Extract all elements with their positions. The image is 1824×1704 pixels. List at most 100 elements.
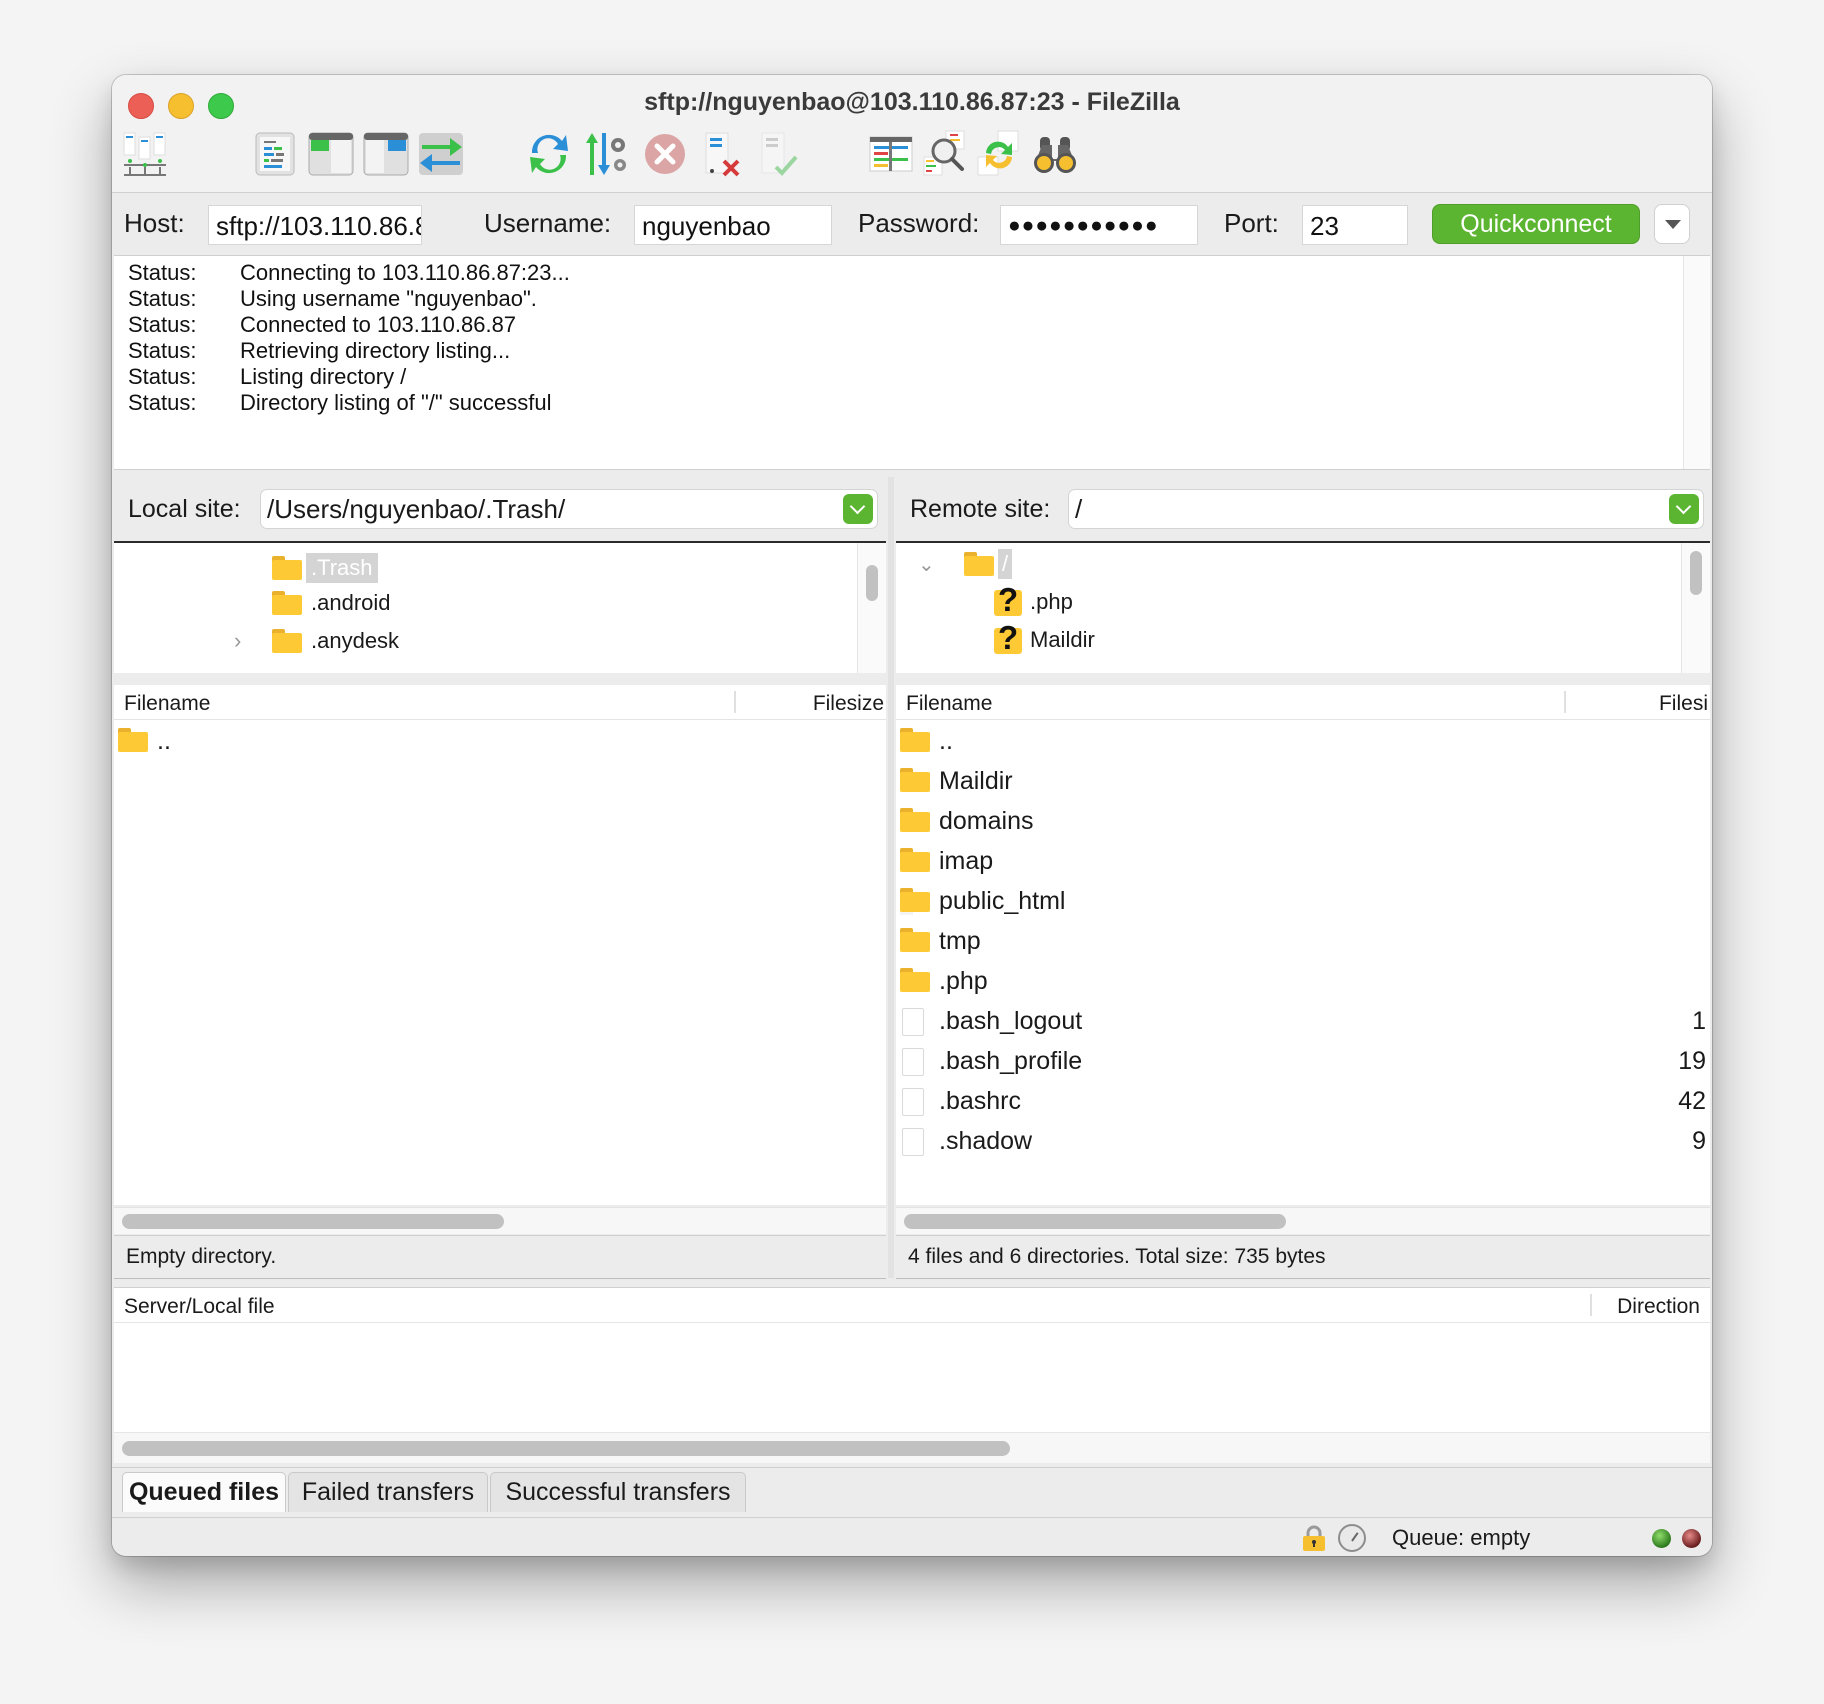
quickconnect-button[interactable]: Quickconnect <box>1432 204 1640 244</box>
port-label: Port: <box>1224 208 1279 238</box>
pane-splitter[interactable] <box>888 477 894 1278</box>
disconnect-icon <box>705 132 740 177</box>
chevron-right-icon[interactable]: › <box>234 628 272 654</box>
file-row[interactable]: .bash_profile 19 <box>896 1041 1710 1081</box>
compare-icon <box>923 130 965 176</box>
toggle-message-log-button[interactable] <box>250 129 300 179</box>
unknown-folder-icon: ? <box>994 619 1022 656</box>
reconnect-button[interactable] <box>752 129 802 179</box>
file-row[interactable]: Maildir <box>896 761 1710 801</box>
remote-horizontal-scrollbar[interactable] <box>896 1207 1710 1234</box>
file-row[interactable]: ↗ public_html <box>896 881 1710 921</box>
remote-site-bar: Remote site: / <box>896 477 1710 539</box>
chevron-down-icon[interactable]: ⌄ <box>918 552 964 577</box>
tree-item-trash[interactable]: .Trash <box>272 553 378 583</box>
remote-tree-scrollbar[interactable] <box>1681 543 1710 673</box>
local-horizontal-scrollbar[interactable] <box>114 1207 886 1234</box>
column-filename[interactable]: Filename <box>124 692 210 716</box>
tab-failed-transfers[interactable]: Failed transfers <box>288 1472 488 1512</box>
site-manager-button[interactable] <box>120 129 170 179</box>
tab-queued-files[interactable]: Queued files <box>122 1472 286 1512</box>
column-separator <box>1564 691 1566 713</box>
local-site-dropdown-icon[interactable] <box>843 494 873 524</box>
local-tree-scrollbar[interactable] <box>857 543 886 673</box>
host-label: Host: <box>124 208 185 238</box>
file-row[interactable]: .bash_logout 1 <box>896 1001 1710 1041</box>
column-server-local-file[interactable]: Server/Local file <box>124 1295 275 1319</box>
file-row[interactable]: .. <box>896 721 1710 761</box>
scrollbar-thumb[interactable] <box>122 1214 504 1229</box>
binoculars-icon <box>1034 137 1076 173</box>
process-queue-button[interactable] <box>582 129 632 179</box>
username-input[interactable]: nguyenbao <box>634 205 832 245</box>
tree-item-php[interactable]: ? .php <box>994 581 1073 618</box>
scrollbar-thumb[interactable] <box>1690 551 1702 595</box>
queue-tabs: Queued files Failed transfers Successful… <box>112 1467 1712 1516</box>
file-icon <box>902 1008 924 1036</box>
folder-icon <box>900 928 930 952</box>
remote-directory-tree: ⌄ / ? .php ? Maildir <box>896 541 1710 673</box>
status-bar: Queue: empty <box>112 1517 1712 1556</box>
directory-filters-button[interactable] <box>866 129 916 179</box>
queue-horizontal-scrollbar[interactable] <box>114 1432 1710 1463</box>
search-remote-files-button[interactable] <box>1030 129 1080 179</box>
file-row[interactable]: .. <box>114 721 886 761</box>
remote-status-text: 4 files and 6 directories. Total size: 7… <box>908 1245 1326 1268</box>
synchronized-browsing-button[interactable] <box>974 129 1024 179</box>
column-direction[interactable]: Direction <box>1617 1295 1700 1319</box>
password-input[interactable]: ●●●●●●●●●●● <box>1000 205 1198 245</box>
remote-tree-icon <box>363 132 409 176</box>
file-row[interactable]: imap <box>896 841 1710 881</box>
remote-site-path-input[interactable]: / <box>1068 489 1704 529</box>
log-line: Status: Retrieving directory listing... <box>128 338 511 363</box>
column-filesize[interactable]: Filesize <box>813 692 884 716</box>
sync-icon <box>977 130 1019 176</box>
toggle-local-tree-button[interactable] <box>306 129 356 179</box>
speed-limit-icon[interactable] <box>1338 1524 1366 1552</box>
password-label: Password: <box>858 208 980 238</box>
toggle-transfer-queue-button[interactable] <box>416 129 466 179</box>
directory-comparison-button[interactable] <box>920 129 970 179</box>
column-filename[interactable]: Filename <box>906 692 992 716</box>
column-separator <box>1590 1294 1592 1316</box>
file-row[interactable]: tmp <box>896 921 1710 961</box>
scrollbar-thumb[interactable] <box>866 565 878 601</box>
folder-icon <box>964 552 994 576</box>
quickconnect-history-dropdown[interactable] <box>1654 204 1690 244</box>
process-queue-icon <box>586 133 626 175</box>
file-row[interactable]: .shadow 9 <box>896 1121 1710 1161</box>
tree-item-root[interactable]: ⌄ / <box>918 549 1013 579</box>
tree-item-maildir[interactable]: ? Maildir <box>994 619 1095 656</box>
tree-item-android[interactable]: .android <box>272 590 391 616</box>
file-icon <box>902 1088 924 1116</box>
folder-icon <box>900 768 930 792</box>
send-indicator-icon <box>1682 1529 1701 1548</box>
symlink-arrow-icon: ↗ <box>900 901 913 915</box>
local-site-path-input[interactable]: /Users/nguyenbao/.Trash/ <box>260 489 878 529</box>
username-label: Username: <box>484 208 612 238</box>
cancel-operation-button[interactable] <box>640 129 690 179</box>
tab-successful-transfers[interactable]: Successful transfers <box>490 1472 746 1512</box>
local-tree-icon <box>308 132 354 176</box>
host-input[interactable]: sftp://103.110.86.87 <box>208 205 422 245</box>
log-line: Status: Directory listing of "/" successf… <box>128 390 552 415</box>
refresh-button[interactable] <box>524 129 574 179</box>
quickconnect-bar: Host: sftp://103.110.86.87 Username: ngu… <box>112 193 1712 253</box>
toggle-remote-tree-button[interactable] <box>361 129 411 179</box>
remote-site-dropdown-icon[interactable] <box>1669 494 1699 524</box>
log-scrollbar[interactable] <box>1683 256 1710 469</box>
local-directory-tree: .Trash .android › .anydesk <box>114 541 886 673</box>
file-row[interactable]: .php <box>896 961 1710 1001</box>
lock-icon[interactable] <box>1300 1524 1328 1552</box>
port-input[interactable]: 23 <box>1302 205 1408 245</box>
disconnect-button[interactable] <box>696 129 746 179</box>
scrollbar-thumb[interactable] <box>122 1441 1010 1456</box>
tree-item-anydesk[interactable]: › .anydesk <box>234 628 399 654</box>
file-row[interactable]: domains <box>896 801 1710 841</box>
folder-icon <box>900 968 930 992</box>
file-row[interactable]: .bashrc 42 <box>896 1081 1710 1121</box>
scrollbar-thumb[interactable] <box>904 1214 1286 1229</box>
folder-icon <box>900 808 930 832</box>
column-filesize[interactable]: Filesi <box>1659 692 1708 716</box>
window-title: sftp://nguyenbao@103.110.86.87:23 - File… <box>644 88 1180 116</box>
